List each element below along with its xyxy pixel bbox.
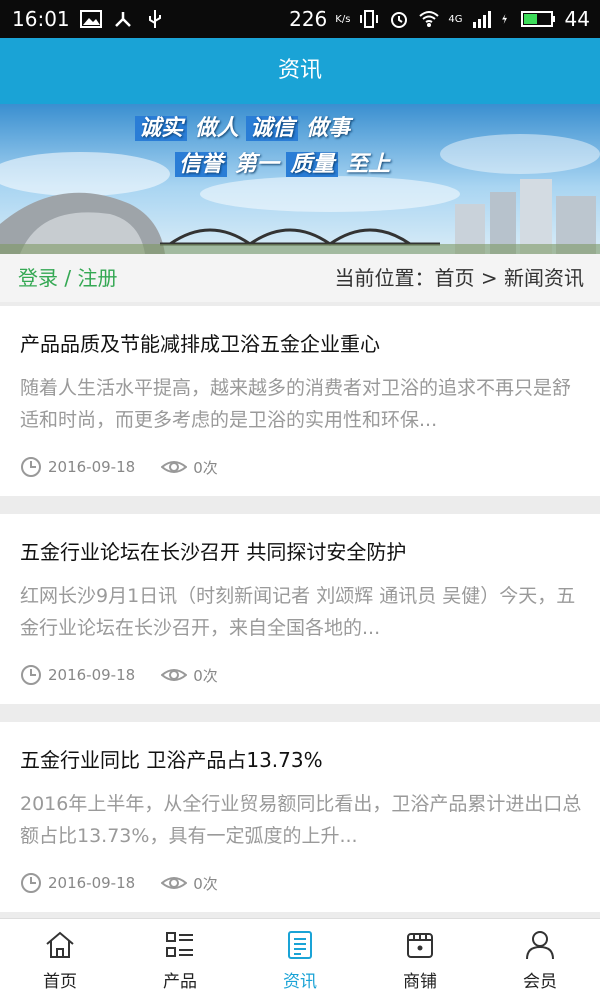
breadcrumb: 当前位置：首页 > 新闻资讯 xyxy=(334,266,584,290)
news-title: 五金行业论坛在长沙召开 共同探讨安全防护 xyxy=(20,540,407,564)
news-date: 2016-09-18 xyxy=(48,666,136,684)
clock-icon xyxy=(21,873,41,893)
news-title: 五金行业同比 卫浴产品占13.73% xyxy=(20,748,323,772)
status-time: 16:01 xyxy=(12,7,70,31)
banner-word: 做人 xyxy=(194,116,239,141)
network-type: 4G xyxy=(448,13,463,25)
page-header: 资讯 xyxy=(0,38,600,104)
status-bar: 16:01 226 K/s 4G 44 xyxy=(0,0,600,38)
login-register-link[interactable]: 登录 / 注册 xyxy=(18,254,117,302)
net-speed: 226 xyxy=(289,7,328,31)
tab-label: 资讯 xyxy=(283,972,317,992)
banner-word: 信誉 xyxy=(175,152,228,177)
eye-icon xyxy=(161,461,188,473)
user-icon xyxy=(526,931,554,960)
tab-home[interactable]: 首页 xyxy=(0,919,120,1001)
bottom-tab-bar: 首页 产品 资讯 商铺 会员 xyxy=(0,918,600,1001)
news-meta: 2016-09-18 0次 xyxy=(20,872,218,894)
tab-members[interactable]: 会员 xyxy=(480,919,600,1001)
news-meta: 2016-09-18 0次 xyxy=(20,664,218,686)
battery-level: 44 xyxy=(564,7,590,31)
tab-news[interactable]: 资讯 xyxy=(240,919,360,1001)
news-views: 0次 xyxy=(193,874,218,893)
usb-icon xyxy=(148,10,161,28)
tab-label: 会员 xyxy=(523,972,557,992)
news-icon xyxy=(288,931,312,959)
banner-word: 质量 xyxy=(286,152,339,177)
shop-icon xyxy=(407,933,433,958)
news-summary: 红网长沙9月1日讯（时刻新闻记者 刘颂辉 通讯员 吴健）今天，五金行业论坛在长沙… xyxy=(20,585,576,639)
promo-banner[interactable]: 诚实 做人 诚信 做事 信誉 第一 质量 至上 xyxy=(0,104,600,254)
banner-word: 诚信 xyxy=(246,116,299,141)
banner-slogan-2: 信誉 第一 质量 至上 xyxy=(175,146,390,178)
battery-icon xyxy=(520,11,555,27)
news-card[interactable]: 五金行业论坛在长沙召开 共同探讨安全防护 红网长沙9月1日讯（时刻新闻记者 刘颂… xyxy=(0,514,600,704)
news-date: 2016-09-18 xyxy=(48,458,136,476)
net-speed-unit: K/s xyxy=(335,13,351,25)
home-icon xyxy=(46,931,74,958)
tab-label: 首页 xyxy=(43,972,77,992)
vibrate-icon xyxy=(360,10,379,28)
wifi-icon xyxy=(419,11,440,27)
location-bar: 登录 / 注册 当前位置：首页 > 新闻资讯 xyxy=(0,254,600,302)
banner-word: 做事 xyxy=(306,116,351,141)
signal-icon xyxy=(472,11,491,28)
page-title: 资讯 xyxy=(277,58,322,83)
news-card[interactable]: 产品品质及节能减排成卫浴五金企业重心 随着人生活水平提高，越来越多的消费者对卫浴… xyxy=(0,306,600,496)
news-title: 产品品质及节能减排成卫浴五金企业重心 xyxy=(20,332,380,356)
news-views: 0次 xyxy=(193,458,218,477)
banner-word: 第一 xyxy=(234,152,279,177)
news-views: 0次 xyxy=(193,666,218,685)
news-meta: 2016-09-18 0次 xyxy=(20,456,218,478)
banner-word: 诚实 xyxy=(135,116,188,141)
gallery-icon xyxy=(79,10,102,28)
charging-icon xyxy=(501,14,507,24)
list-icon xyxy=(166,932,193,957)
clock-icon xyxy=(21,457,41,477)
banner-slogan-1: 诚实 做人 诚信 做事 xyxy=(135,110,350,142)
share-icon xyxy=(114,12,131,27)
news-summary: 2016年上半年，从全行业贸易额同比看出，卫浴产品累计进出口总额占比13.73%… xyxy=(20,793,582,847)
tab-products[interactable]: 产品 xyxy=(120,919,240,1001)
tab-label: 商铺 xyxy=(403,972,437,992)
eye-icon xyxy=(161,877,188,889)
banner-word: 至上 xyxy=(346,152,391,177)
news-date: 2016-09-18 xyxy=(48,874,136,892)
clock-icon xyxy=(21,665,41,685)
tab-label: 产品 xyxy=(163,972,197,992)
alarm-icon xyxy=(391,12,408,28)
news-summary: 随着人生活水平提高，越来越多的消费者对卫浴的追求不再只是舒适和时尚，而更多考虑的… xyxy=(20,377,572,431)
eye-icon xyxy=(161,669,188,681)
news-card[interactable]: 五金行业同比 卫浴产品占13.73% 2016年上半年，从全行业贸易额同比看出，… xyxy=(0,722,600,912)
tab-shops[interactable]: 商铺 xyxy=(360,919,480,1001)
